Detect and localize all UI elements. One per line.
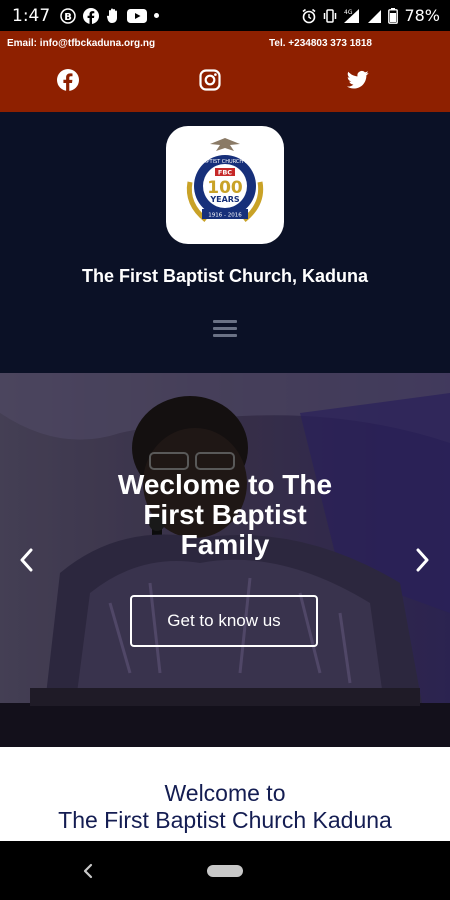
get-to-know-us-button[interactable]: Get to know us (130, 595, 318, 647)
twitter-icon (347, 70, 369, 89)
status-bar: 1:47 B 4G 78% (0, 0, 450, 31)
android-nav-bar (0, 841, 450, 900)
hero-background-image (0, 373, 450, 747)
church-logo[interactable]: FIRST BAPTIST CHURCH KADUNA FBC 100 YEAR… (166, 126, 284, 244)
signal-icon: 4G (344, 8, 360, 23)
hero-title-line-3: Family (180, 529, 270, 560)
svg-text:FIRST BAPTIST CHURCH KADUNA: FIRST BAPTIST CHURCH KADUNA (184, 159, 267, 165)
hero-title-line-2: First Baptist (143, 499, 307, 530)
svg-text:1916 - 2016: 1916 - 2016 (208, 213, 242, 219)
battery-icon (388, 7, 399, 24)
welcome-heading-line-1: Welcome to (164, 780, 286, 806)
hand-icon (107, 8, 118, 23)
facebook-icon (83, 7, 100, 24)
dot-icon (154, 13, 160, 18)
chevron-left-icon (20, 548, 33, 572)
contact-phone[interactable]: Tel. +234803 373 1818 (269, 38, 372, 49)
contact-email[interactable]: Email: info@tfbckaduna.org.ng (7, 38, 155, 49)
menu-icon[interactable] (213, 320, 237, 337)
vibrate-icon (324, 8, 337, 23)
hero-title: Weclome to The First Baptist Family (0, 470, 450, 560)
hero-title-line-1: Weclome to The (117, 469, 333, 500)
previous-slide-button[interactable] (14, 546, 38, 574)
facebook-link[interactable] (57, 69, 79, 91)
next-slide-button[interactable] (411, 546, 435, 574)
site-header: FIRST BAPTIST CHURCH KADUNA FBC 100 YEAR… (0, 112, 450, 373)
svg-text:4G: 4G (344, 9, 353, 16)
b-badge-icon: B (60, 7, 76, 24)
youtube-icon (127, 8, 148, 23)
facebook-icon (57, 69, 79, 91)
twitter-link[interactable] (347, 69, 369, 91)
home-pill-button[interactable] (207, 865, 243, 877)
chevron-right-icon (416, 548, 429, 572)
hero-slider: Weclome to The First Baptist Family Get … (0, 373, 450, 747)
status-time: 1:47 (12, 5, 51, 26)
alarm-icon (302, 8, 316, 23)
back-chevron-icon (83, 863, 93, 879)
welcome-section: Welcome to The First Baptist Church Kadu… (0, 747, 450, 841)
system-icons: 4G 78% (301, 6, 440, 25)
contact-bar: Email: info@tfbckaduna.org.ng Tel. +2348… (0, 31, 450, 112)
back-button[interactable] (80, 861, 96, 881)
svg-text:B: B (64, 12, 72, 23)
signal-2-icon (368, 9, 382, 23)
centenary-logo-icon: FIRST BAPTIST CHURCH KADUNA FBC 100 YEAR… (184, 138, 267, 222)
notification-icons: B (60, 7, 160, 24)
battery-percent: 78% (404, 6, 440, 25)
instagram-icon (199, 69, 221, 91)
svg-text:YEARS: YEARS (209, 195, 240, 204)
welcome-heading-line-2: The First Baptist Church Kaduna (58, 807, 392, 833)
svg-text:FBC: FBC (218, 169, 232, 177)
site-title[interactable]: The First Baptist Church, Kaduna (0, 266, 450, 287)
instagram-link[interactable] (199, 69, 221, 91)
